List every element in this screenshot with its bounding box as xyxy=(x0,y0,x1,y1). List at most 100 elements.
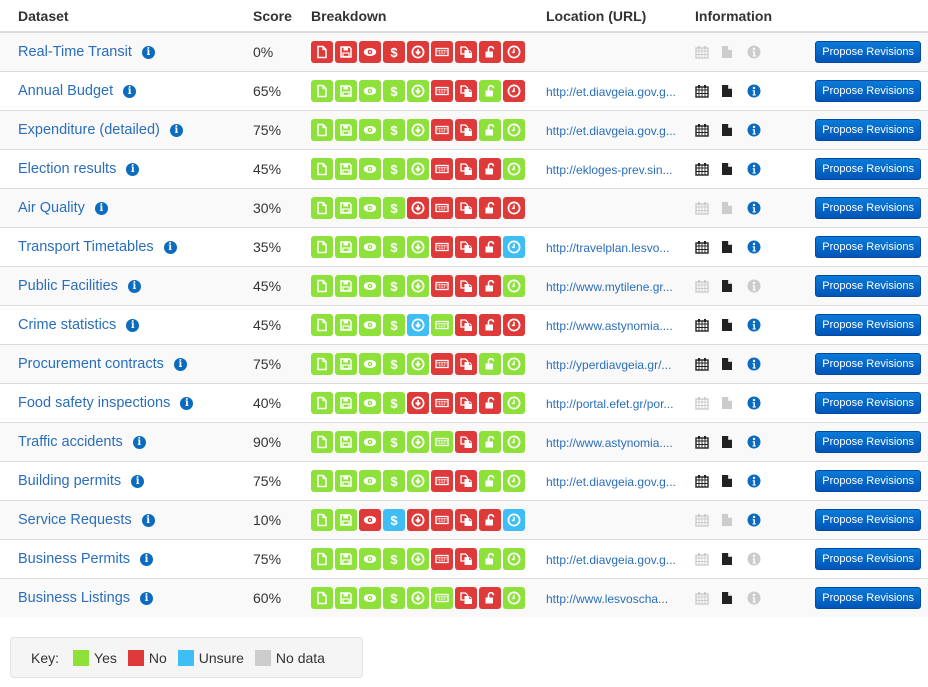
dataset-info-icon[interactable]: i xyxy=(173,358,187,371)
info-icon[interactable] xyxy=(747,317,773,333)
document-icon[interactable] xyxy=(721,239,747,255)
info-icon[interactable] xyxy=(747,356,773,372)
info-icon[interactable] xyxy=(747,200,773,216)
clock-icon[interactable] xyxy=(503,196,525,219)
copy-icon[interactable] xyxy=(455,547,477,570)
dataset-info-icon[interactable]: i xyxy=(169,124,183,137)
save-icon[interactable] xyxy=(335,40,357,63)
dollar-icon[interactable]: $ xyxy=(383,40,405,63)
document-icon[interactable] xyxy=(721,551,747,567)
file-icon[interactable] xyxy=(311,586,333,609)
document-icon[interactable] xyxy=(721,590,747,606)
file-icon[interactable] xyxy=(311,469,333,492)
unlock-icon[interactable] xyxy=(479,235,501,258)
file-icon[interactable] xyxy=(311,352,333,375)
clock-icon[interactable] xyxy=(503,508,525,531)
propose-revisions-button[interactable]: Propose Revisions xyxy=(815,313,921,336)
calendar-icon[interactable] xyxy=(695,356,721,372)
info-icon[interactable] xyxy=(747,434,773,450)
keyboard-icon[interactable] xyxy=(431,547,453,570)
download-icon[interactable] xyxy=(407,196,429,219)
save-icon[interactable] xyxy=(335,157,357,180)
keyboard-icon[interactable] xyxy=(431,508,453,531)
propose-revisions-button[interactable]: Propose Revisions xyxy=(815,196,921,219)
location-link[interactable]: http://portal.efet.gr/por... xyxy=(546,397,673,411)
dollar-icon[interactable]: $ xyxy=(383,118,405,141)
propose-revisions-button[interactable]: Propose Revisions xyxy=(815,430,921,453)
keyboard-icon[interactable] xyxy=(431,118,453,141)
dataset-info-icon[interactable]: i xyxy=(132,436,146,449)
save-icon[interactable] xyxy=(335,118,357,141)
dollar-icon[interactable]: $ xyxy=(383,508,405,531)
unlock-icon[interactable] xyxy=(479,40,501,63)
file-icon[interactable] xyxy=(311,430,333,453)
location-link[interactable]: http://travelplan.lesvo... xyxy=(546,241,669,255)
location-link[interactable]: http://yperdiavgeia.gr/... xyxy=(546,358,671,372)
location-link[interactable]: http://www.astynomia.... xyxy=(546,319,673,333)
dataset-info-icon[interactable]: i xyxy=(163,241,177,254)
keyboard-icon[interactable] xyxy=(431,157,453,180)
document-icon[interactable] xyxy=(721,473,747,489)
eye-icon[interactable] xyxy=(359,118,381,141)
dataset-info-icon[interactable]: i xyxy=(141,46,155,60)
dollar-icon[interactable]: $ xyxy=(383,235,405,258)
dollar-icon[interactable]: $ xyxy=(383,430,405,453)
save-icon[interactable] xyxy=(335,196,357,219)
keyboard-icon[interactable] xyxy=(431,352,453,375)
copy-icon[interactable] xyxy=(455,196,477,219)
copy-icon[interactable] xyxy=(455,118,477,141)
download-icon[interactable] xyxy=(407,586,429,609)
dataset-link[interactable]: Business Permits xyxy=(18,551,130,567)
save-icon[interactable] xyxy=(335,586,357,609)
eye-icon[interactable] xyxy=(359,508,381,531)
eye-icon[interactable] xyxy=(359,469,381,492)
dataset-info-icon[interactable]: i xyxy=(131,475,145,488)
dataset-link[interactable]: Transport Timetables xyxy=(18,239,154,255)
document-icon[interactable] xyxy=(721,161,747,177)
unlock-icon[interactable] xyxy=(479,586,501,609)
eye-icon[interactable] xyxy=(359,79,381,102)
copy-icon[interactable] xyxy=(455,508,477,531)
dataset-info-icon[interactable]: i xyxy=(126,163,140,176)
document-icon[interactable] xyxy=(721,434,747,450)
document-icon[interactable] xyxy=(721,317,747,333)
save-icon[interactable] xyxy=(335,313,357,336)
calendar-icon[interactable] xyxy=(695,83,721,99)
unlock-icon[interactable] xyxy=(479,469,501,492)
keyboard-icon[interactable] xyxy=(431,40,453,63)
clock-icon[interactable] xyxy=(503,469,525,492)
copy-icon[interactable] xyxy=(455,586,477,609)
location-link[interactable]: http://et.diavgeia.gov.g... xyxy=(546,475,676,489)
keyboard-icon[interactable] xyxy=(431,586,453,609)
dataset-info-icon[interactable]: i xyxy=(126,319,140,332)
clock-icon[interactable] xyxy=(503,391,525,414)
eye-icon[interactable] xyxy=(359,196,381,219)
clock-icon[interactable] xyxy=(503,274,525,297)
download-icon[interactable] xyxy=(407,352,429,375)
download-icon[interactable] xyxy=(407,547,429,570)
clock-icon[interactable] xyxy=(503,235,525,258)
eye-icon[interactable] xyxy=(359,352,381,375)
eye-icon[interactable] xyxy=(359,40,381,63)
dollar-icon[interactable]: $ xyxy=(383,586,405,609)
dataset-info-icon[interactable]: i xyxy=(140,592,154,606)
file-icon[interactable] xyxy=(311,79,333,102)
unlock-icon[interactable] xyxy=(479,508,501,531)
file-icon[interactable] xyxy=(311,313,333,336)
eye-icon[interactable] xyxy=(359,430,381,453)
copy-icon[interactable] xyxy=(455,352,477,375)
clock-icon[interactable] xyxy=(503,40,525,63)
dollar-icon[interactable]: $ xyxy=(383,313,405,336)
dataset-link[interactable]: Building permits xyxy=(18,473,121,489)
clock-icon[interactable] xyxy=(503,79,525,102)
file-icon[interactable] xyxy=(311,274,333,297)
clock-icon[interactable] xyxy=(503,547,525,570)
file-icon[interactable] xyxy=(311,391,333,414)
download-icon[interactable] xyxy=(407,430,429,453)
propose-revisions-button[interactable]: Propose Revisions xyxy=(815,586,921,609)
info-icon[interactable] xyxy=(747,512,773,528)
save-icon[interactable] xyxy=(335,352,357,375)
copy-icon[interactable] xyxy=(455,235,477,258)
info-icon[interactable] xyxy=(747,122,773,138)
keyboard-icon[interactable] xyxy=(431,391,453,414)
